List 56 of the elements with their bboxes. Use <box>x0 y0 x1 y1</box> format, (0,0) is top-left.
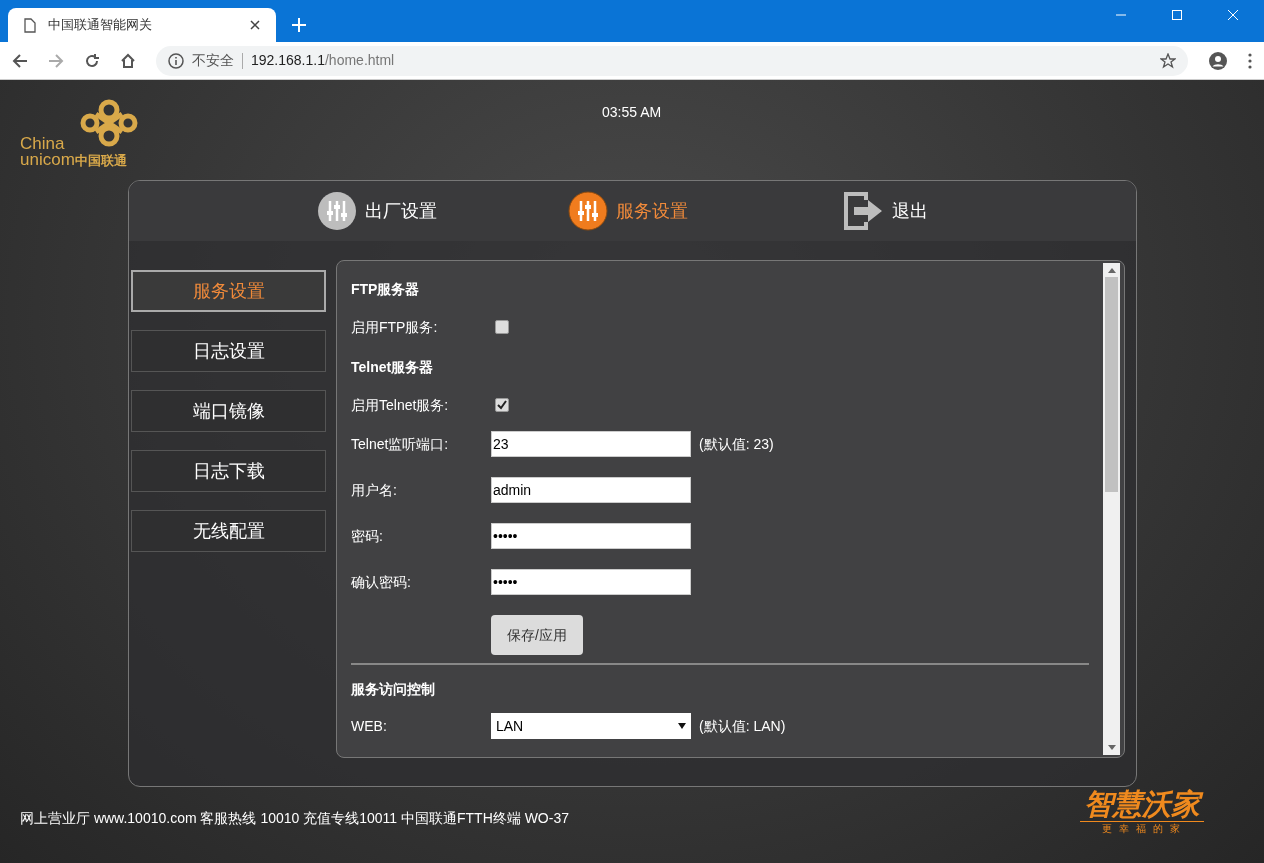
brand-logo: 智慧沃家 更 幸 福 的 家 <box>1080 787 1204 836</box>
scrollbar-thumb[interactable] <box>1105 277 1118 492</box>
clock-time: 03:55 AM <box>602 103 662 122</box>
field-label: 密码: <box>351 526 384 546</box>
input-field[interactable]: 23 <box>491 431 691 457</box>
logo-text: unicom中国联通 <box>20 151 127 169</box>
tab-title: 中国联通智能网关 <box>48 16 153 35</box>
sliders-icon <box>317 191 357 231</box>
footer-text: 网上营业厅 www.10010.com 客服热线 10010 充值专线10011 中国联通FTTH终端 WO-37 <box>20 809 569 828</box>
default-value-hint: (默认值: 23) <box>699 434 774 454</box>
side-menu-item[interactable]: 日志设置 <box>131 330 326 372</box>
info-icon <box>168 52 184 69</box>
nav-tab[interactable]: 服务设置 <box>568 191 688 231</box>
back-icon[interactable] <box>12 52 28 69</box>
dropdown[interactable]: LAN <box>491 713 691 739</box>
nav-tab[interactable]: 退出 <box>842 190 928 232</box>
scrollbar[interactable] <box>1103 263 1120 755</box>
side-menu-item[interactable]: 日志下载 <box>131 450 326 492</box>
menu-icon[interactable] <box>1248 52 1252 69</box>
side-menu-item[interactable]: 端口镜像 <box>131 390 326 432</box>
dropdown-arrow-icon <box>678 723 686 729</box>
nav-tab[interactable]: 出厂设置 <box>317 191 437 231</box>
exit-icon <box>842 190 884 232</box>
input-field[interactable]: ••••• <box>491 569 691 595</box>
address-bar[interactable]: 不安全 192.168.1.1/home.html <box>156 45 1188 76</box>
account-icon[interactable] <box>1208 50 1228 71</box>
url-text: 192.168.1.1/home.html <box>251 51 395 70</box>
star-icon[interactable] <box>1160 52 1176 69</box>
reload-icon[interactable] <box>84 52 100 69</box>
section-heading: Telnet服务器 <box>351 357 435 377</box>
field-label: Telnet监听端口: <box>351 434 450 454</box>
close-icon[interactable] <box>250 20 260 30</box>
security-label: 不安全 <box>192 51 234 70</box>
page-icon <box>24 17 36 33</box>
logo-text: China <box>20 136 65 151</box>
sliders-icon <box>568 191 608 231</box>
field-label: 确认密码: <box>351 572 412 592</box>
new-tab-icon[interactable] <box>292 18 306 32</box>
checkbox[interactable] <box>495 320 509 334</box>
home-icon[interactable] <box>120 52 136 69</box>
section-heading: 服务访问控制 <box>351 679 436 699</box>
side-menu-item[interactable]: 无线配置 <box>131 510 326 552</box>
checkbox[interactable] <box>495 398 509 412</box>
field-label: 启用FTP服务: <box>351 317 439 337</box>
browser-tab[interactable]: 中国联通智能网关 <box>8 8 276 42</box>
section-heading: FTP服务器 <box>351 279 421 299</box>
save-apply-button[interactable]: 保存/应用 <box>491 615 583 655</box>
field-label: WEB: <box>351 716 388 736</box>
default-value-hint: (默认值: LAN) <box>699 716 786 736</box>
field-label: 启用Telnet服务: <box>351 395 450 415</box>
maximize-icon[interactable] <box>1172 10 1182 20</box>
input-field[interactable]: ••••• <box>491 523 691 549</box>
side-menu-item[interactable]: 服务设置 <box>131 270 326 312</box>
input-field[interactable]: admin <box>491 477 691 503</box>
checkmark-icon <box>497 400 507 410</box>
field-label: 用户名: <box>351 480 398 500</box>
